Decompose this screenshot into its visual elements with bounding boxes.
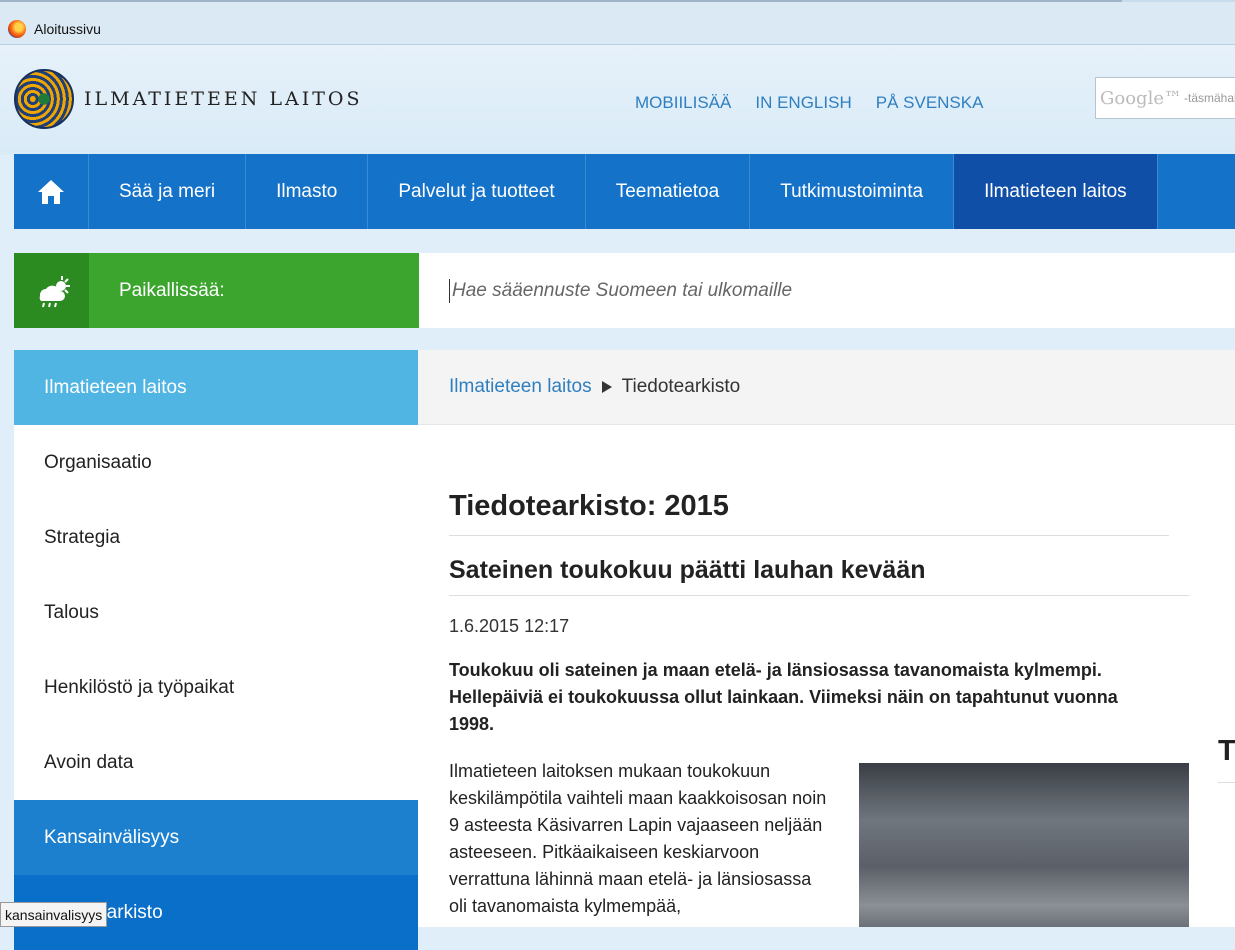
article-lead: Toukokuu oli sateinen ja maan etelä- ja … — [449, 660, 1118, 734]
sidebar: Ilmatieteen laitos Organisaatio Strategi… — [14, 350, 418, 950]
site-search-input[interactable]: Google™ -täsmähak — [1095, 77, 1235, 119]
google-logo: Google™ — [1100, 87, 1182, 109]
right-column-divider — [1218, 782, 1235, 783]
nav-item-climate[interactable]: Ilmasto — [246, 154, 369, 229]
local-weather-search-box — [419, 253, 1235, 328]
article-body: Ilmatieteen laitoksen mukaan toukokuun k… — [449, 761, 827, 916]
search-hint: -täsmähak — [1183, 91, 1235, 105]
article: Tiedotearkisto: 2015 Sateinen toukokuu p… — [449, 490, 1189, 927]
address-bar-edge — [0, 0, 1122, 2]
right-column-heading: T — [1218, 735, 1235, 767]
article-date: 1.6.2015 12:17 — [449, 616, 570, 636]
local-weather-label: Paikallissää: — [89, 253, 419, 328]
nav-item-research[interactable]: Tutkimustoiminta — [750, 154, 955, 229]
article-headline[interactable]: Sateinen toukokuu päätti lauhan kevään — [449, 556, 1189, 596]
language-links: MOBIILISÄÄ IN ENGLISH PÅ SVENSKA — [635, 93, 983, 113]
article-body-row: Ilmatieteen laitoksen mukaan toukokuun k… — [449, 758, 1189, 927]
nav-item-weather-sea[interactable]: Sää ja meri — [89, 154, 247, 229]
sidebar-item-international[interactable]: Kansainvälisyys — [14, 800, 418, 875]
breadcrumb: Ilmatieteen laitos Tiedotearkisto — [418, 350, 1235, 425]
status-tooltip: kansainvalisyys — [0, 902, 108, 927]
sidebar-header[interactable]: Ilmatieteen laitos — [14, 350, 418, 425]
breadcrumb-arrow-icon — [601, 381, 612, 393]
link-english[interactable]: IN ENGLISH — [755, 93, 851, 113]
site-header: ILMATIETEEN LAITOS MOBIILISÄÄ IN ENGLISH… — [0, 45, 1235, 155]
browser-tab-bar: Aloitussivu — [0, 0, 1235, 45]
weather-search-input[interactable] — [449, 278, 1154, 303]
main-navigation: Sää ja meri Ilmasto Palvelut ja tuotteet… — [14, 154, 1235, 229]
nav-item-institute[interactable]: Ilmatieteen laitos — [954, 154, 1158, 229]
fmi-logo-icon — [14, 69, 74, 129]
nav-home-button[interactable] — [14, 154, 89, 229]
main-content: Ilmatieteen laitos Tiedotearkisto Tiedot… — [418, 350, 1235, 927]
link-swedish[interactable]: PÅ SVENSKA — [876, 93, 984, 113]
breadcrumb-parent-link[interactable]: Ilmatieteen laitos — [449, 376, 592, 398]
logo-text: ILMATIETEEN LAITOS — [84, 88, 363, 110]
home-icon — [38, 179, 64, 204]
local-weather-icon-box — [14, 253, 89, 328]
nav-item-services[interactable]: Palvelut ja tuotteet — [368, 154, 586, 229]
site-logo[interactable]: ILMATIETEEN LAITOS — [14, 69, 363, 129]
sidebar-item-staff[interactable]: Henkilöstö ja työpaikat — [14, 650, 418, 725]
breadcrumb-current: Tiedotearkisto — [621, 376, 741, 397]
firefox-icon — [8, 20, 26, 38]
link-mobile[interactable]: MOBIILISÄÄ — [635, 93, 731, 113]
sidebar-item-open-data[interactable]: Avoin data — [14, 725, 418, 800]
sidebar-item-finance[interactable]: Talous — [14, 575, 418, 650]
sidebar-item-organisation[interactable]: Organisaatio — [14, 425, 418, 500]
browser-tab-title: Aloitussivu — [34, 21, 101, 37]
local-weather-bar: Paikallissää: — [14, 253, 1235, 328]
nav-item-themes[interactable]: Teematietoa — [586, 154, 751, 229]
weather-cloud-sun-icon — [39, 275, 70, 307]
article-photo — [859, 763, 1189, 927]
browser-tab[interactable]: Aloitussivu — [8, 18, 101, 40]
page-title: Tiedotearkisto: 2015 — [449, 490, 1169, 536]
sidebar-item-strategy[interactable]: Strategia — [14, 500, 418, 575]
